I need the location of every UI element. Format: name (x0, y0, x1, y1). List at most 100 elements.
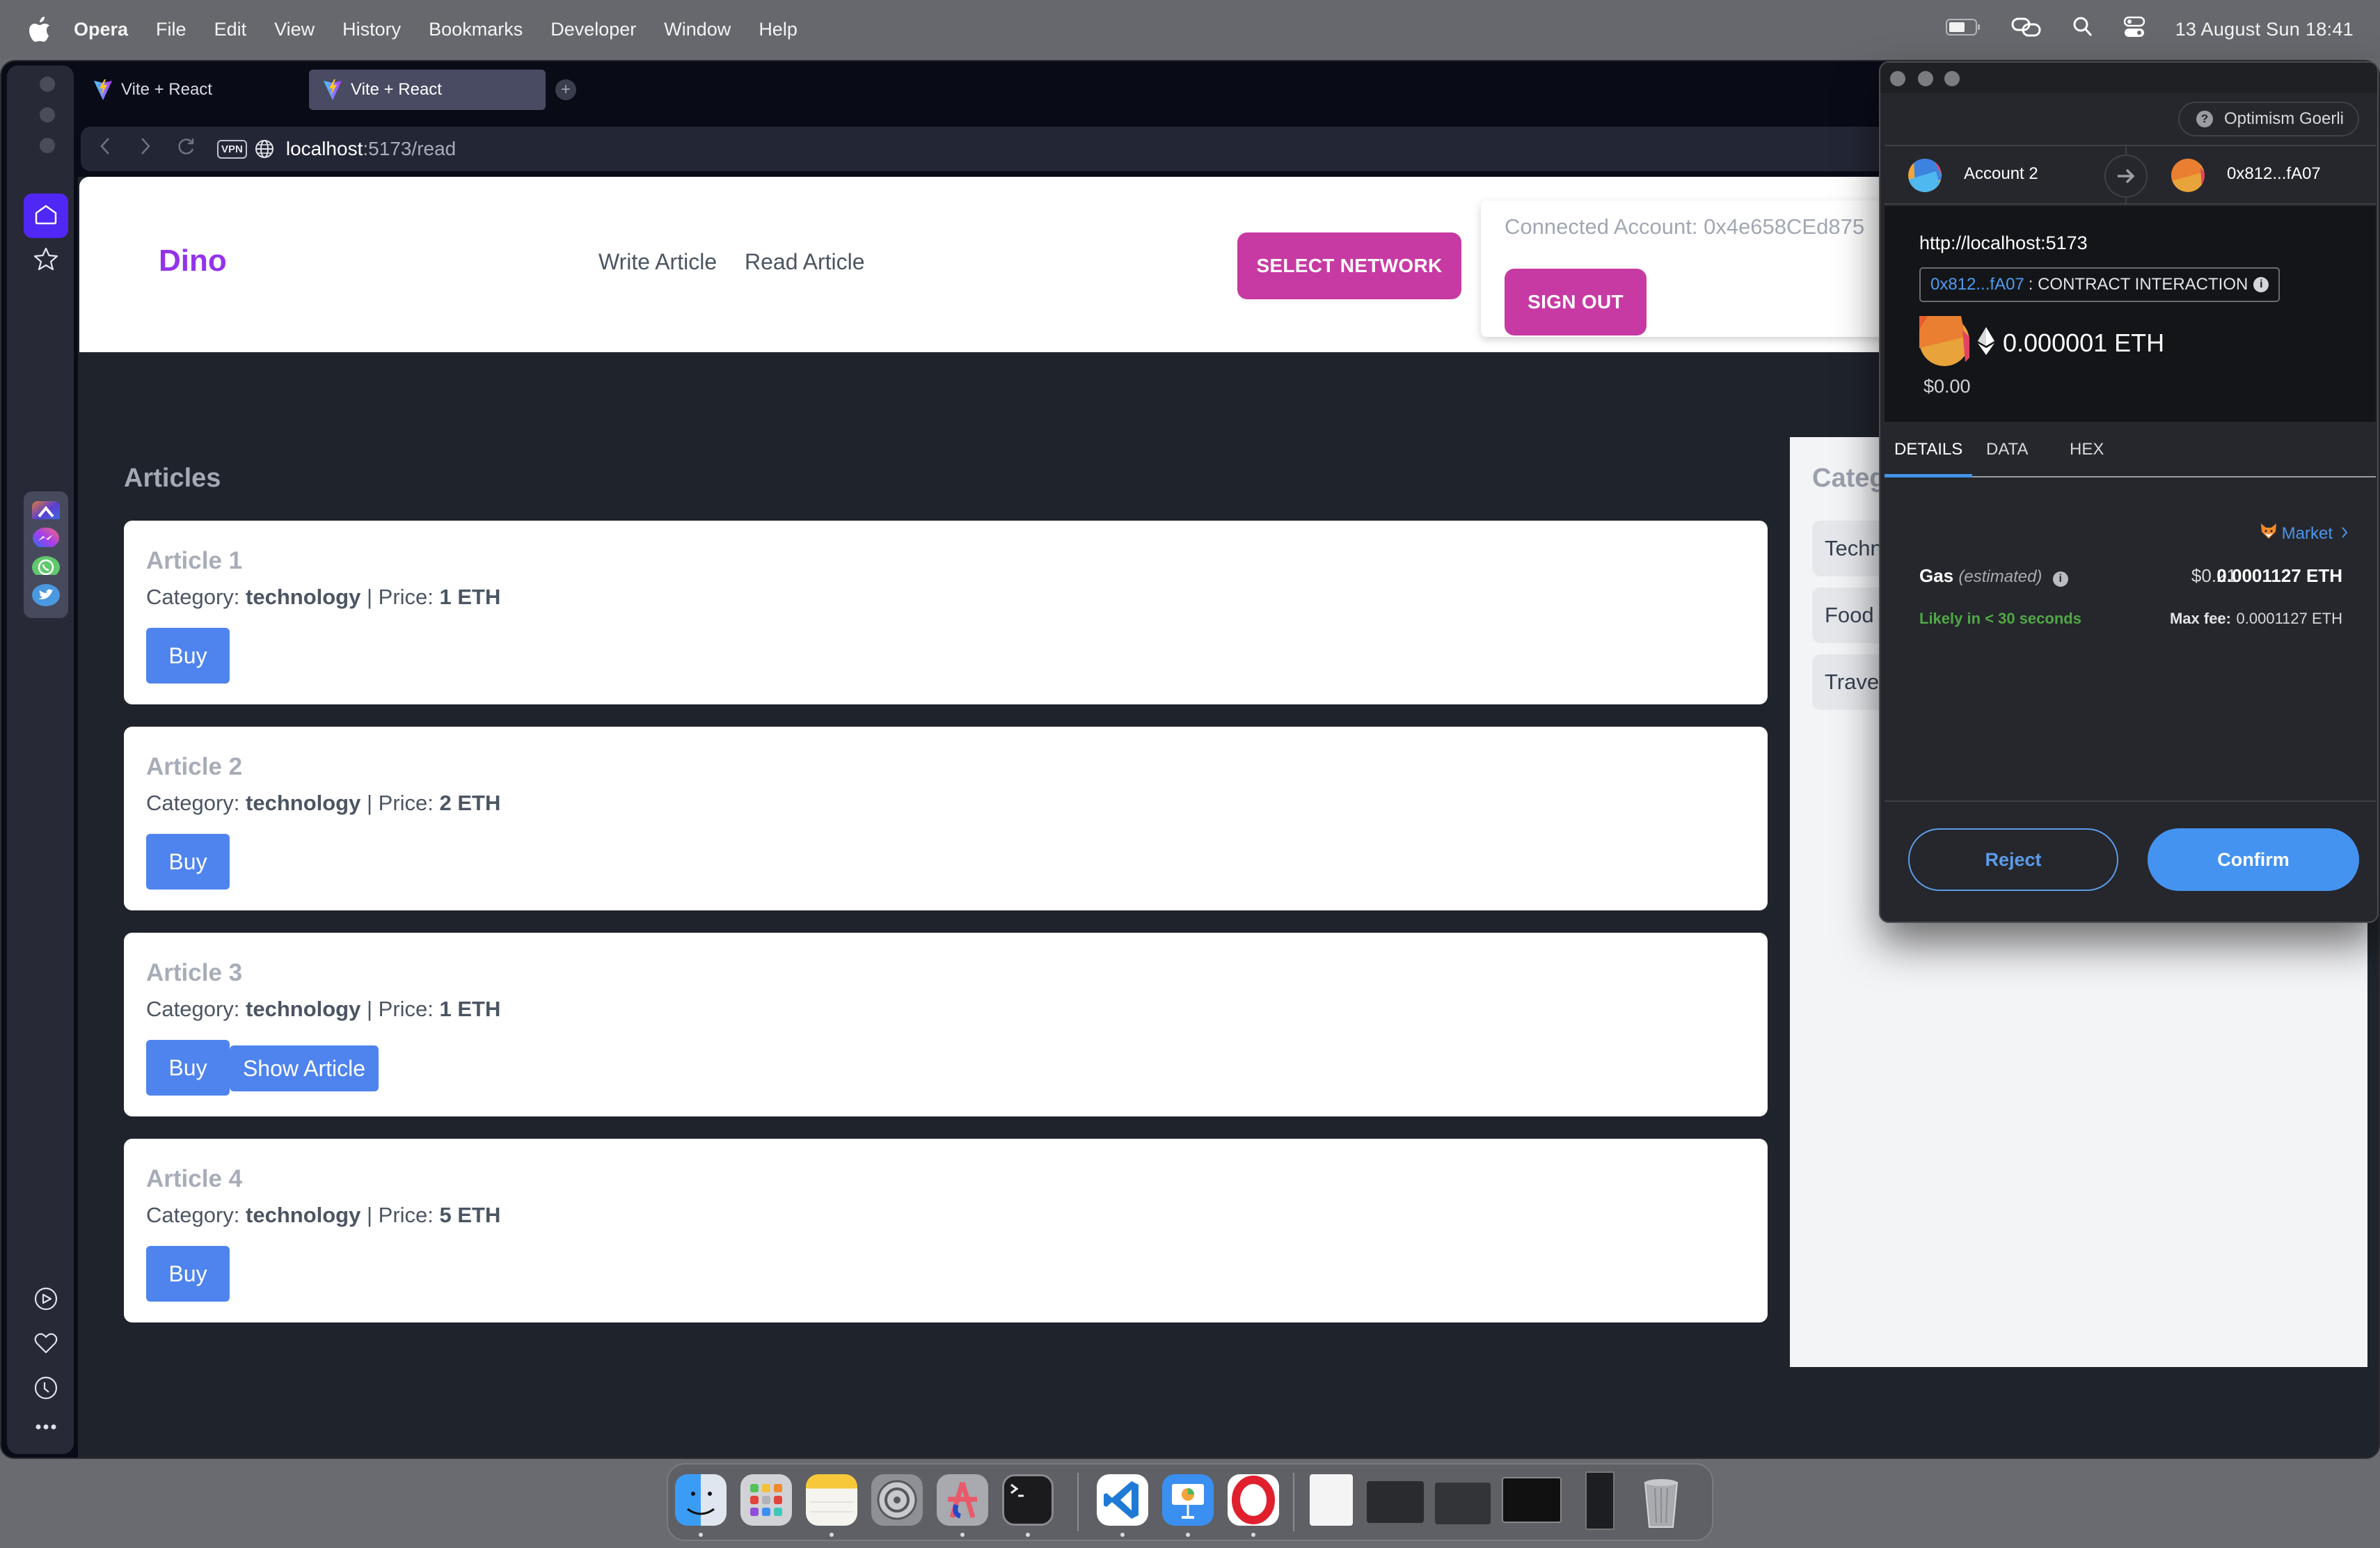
window-minimize-button[interactable] (40, 107, 55, 123)
buy-button[interactable]: Buy (146, 628, 230, 684)
dock-notes[interactable] (806, 1474, 857, 1526)
control-center-icon[interactable] (2123, 16, 2145, 43)
category-label: Category: (146, 791, 246, 815)
price-label: | Price: (360, 997, 440, 1021)
reject-button[interactable]: Reject (1908, 828, 2118, 891)
menu-help[interactable]: Help (759, 19, 798, 40)
nav-read-article[interactable]: Read Article (745, 249, 865, 275)
popup-minimize-button[interactable] (1918, 71, 1933, 86)
window-zoom-button[interactable] (40, 138, 55, 153)
categories-heading: Categ (1812, 464, 1886, 493)
url-field[interactable]: localhost:5173/read (286, 138, 456, 160)
article-card: Article 3 Category: technology | Price: … (124, 933, 1768, 1116)
reload-button[interactable] (170, 133, 202, 165)
sidebar-speed-dial-button[interactable] (24, 238, 68, 283)
transaction-summary: http://localhost:5173 0x812...fA07 : CON… (1885, 206, 2376, 422)
dock-minimized-window-4[interactable] (1502, 1477, 1562, 1523)
sidebar-home-button[interactable] (24, 194, 68, 238)
menu-developer[interactable]: Developer (550, 19, 636, 40)
buy-button[interactable]: Buy (146, 834, 230, 890)
sidebar-twitter-button[interactable] (24, 575, 68, 618)
forward-button[interactable] (129, 133, 161, 165)
sidebar-history-button[interactable] (24, 1371, 68, 1407)
menu-view[interactable]: View (274, 19, 315, 40)
dock-trash[interactable] (1635, 1474, 1687, 1528)
menu-file[interactable]: File (156, 19, 187, 40)
menu-history[interactable]: History (342, 19, 401, 40)
apple-icon[interactable] (28, 15, 51, 43)
network-selector[interactable]: ? Optimism Goerli (2177, 102, 2359, 136)
dock-minimized-window-5[interactable] (1585, 1471, 1615, 1530)
nav-write-article[interactable]: Write Article (598, 249, 717, 275)
dock-minimized-window-2[interactable] (1367, 1481, 1424, 1523)
sign-out-button[interactable]: SIGN OUT (1505, 269, 1647, 335)
tab-details[interactable]: DETAILS (1894, 440, 1962, 459)
dock-launchpad[interactable] (740, 1474, 792, 1526)
menu-bookmarks[interactable]: Bookmarks (429, 19, 523, 40)
dock-keynote[interactable] (1162, 1474, 1214, 1526)
dock-terminal[interactable] (1002, 1474, 1054, 1526)
gas-fee-eth: 0.0001127 ETH (2216, 565, 2342, 586)
tab-data[interactable]: DATA (1986, 440, 2028, 459)
market-gas-button[interactable]: Market (2260, 522, 2348, 545)
buy-button[interactable]: Buy (146, 1246, 230, 1302)
tab-title: Vite + React (121, 80, 212, 99)
home-icon (34, 204, 58, 228)
dock-aria-app[interactable] (937, 1474, 988, 1526)
link-icon[interactable] (2011, 17, 2042, 42)
contract-address-link[interactable]: 0x812...fA07 (1930, 275, 2024, 294)
dock-system-settings[interactable] (871, 1474, 923, 1526)
from-account-name[interactable]: Account 2 (1964, 164, 2038, 184)
dock-finder[interactable] (675, 1474, 727, 1526)
to-account-address[interactable]: 0x812...fA07 (2227, 164, 2321, 184)
dock-minimized-window-3[interactable] (1435, 1483, 1491, 1524)
dock-minimized-window-1[interactable] (1310, 1474, 1353, 1526)
article-category: technology (246, 1203, 361, 1227)
sidebar-pinboard-button[interactable] (24, 1327, 68, 1363)
sidebar-more-button[interactable] (24, 1409, 68, 1445)
sidebar-player-button[interactable] (24, 1282, 68, 1318)
spotlight-search-icon[interactable] (2072, 16, 2093, 43)
back-button[interactable] (89, 133, 121, 165)
reload-icon (176, 136, 196, 161)
network-name: Optimism Goerli (2223, 109, 2344, 128)
ethereum-icon (1978, 327, 1994, 358)
select-network-button[interactable]: SELECT NETWORK (1237, 232, 1461, 299)
article-card: Article 4 Category: technology | Price: … (124, 1139, 1768, 1322)
running-indicator (1186, 1533, 1190, 1537)
from-account-avatar[interactable] (1908, 159, 1942, 192)
new-tab-button[interactable]: + (555, 79, 576, 100)
max-fee-label: Max fee: (2169, 610, 2231, 627)
battery-icon[interactable] (1945, 18, 1981, 41)
category-label: Category: (146, 1203, 246, 1227)
metamask-popup: ? Optimism Goerli Account 2 0x812...fA07… (1879, 61, 2379, 923)
vpn-badge[interactable]: VPN (217, 139, 247, 159)
window-close-button[interactable] (40, 77, 55, 92)
site-logo[interactable]: Dino (159, 244, 227, 278)
show-article-button[interactable]: Show Article (230, 1045, 379, 1091)
tab-hex[interactable]: HEX (2070, 440, 2104, 459)
popup-close-button[interactable] (1890, 71, 1905, 86)
star-icon (33, 246, 59, 275)
article-price: 5 ETH (439, 1203, 501, 1227)
tab-vite-react-1[interactable]: Vite + React (79, 70, 302, 110)
tab-bar: Vite + React Vite + React + (79, 67, 576, 113)
menu-edit[interactable]: Edit (214, 19, 247, 40)
info-icon[interactable]: i (2052, 571, 2068, 587)
tab-vite-react-2[interactable]: Vite + React (309, 70, 546, 110)
confirm-button[interactable]: Confirm (2148, 828, 2359, 891)
clock-datetime[interactable]: 13 August Sun 18:41 (2175, 19, 2354, 40)
globe-icon[interactable] (254, 139, 275, 159)
article-meta: Category: technology | Price: 1 ETH (146, 585, 500, 610)
dock-opera[interactable] (1228, 1474, 1279, 1526)
info-icon[interactable]: i (2253, 277, 2269, 292)
to-account-avatar[interactable] (2171, 159, 2205, 192)
menu-window[interactable]: Window (664, 19, 731, 40)
heart-icon (34, 1332, 58, 1358)
gas-title: Gas (1919, 565, 1954, 586)
dock-separator (1293, 1473, 1294, 1531)
buy-button[interactable]: Buy (146, 1040, 230, 1096)
dock-vscode[interactable] (1097, 1474, 1148, 1526)
menu-app-name[interactable]: Opera (74, 19, 128, 40)
popup-zoom-button[interactable] (1944, 71, 1960, 86)
